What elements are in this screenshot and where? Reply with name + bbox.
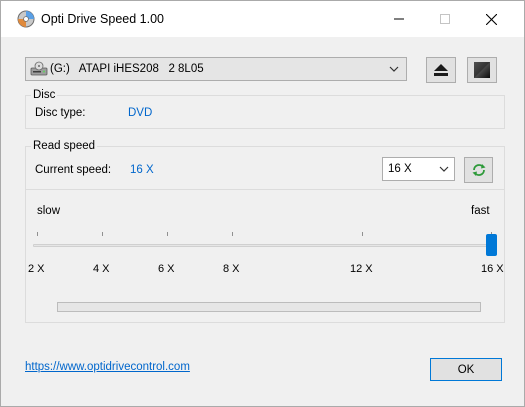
slider-tick-label: 12 X <box>350 263 373 275</box>
disc-type-value: DVD <box>128 107 153 119</box>
minimize-button[interactable] <box>376 1 422 37</box>
slider-slow-label: slow <box>37 205 61 217</box>
title-bar[interactable]: Opti Drive Speed 1.00 <box>1 1 524 37</box>
disc-info-icon <box>474 62 490 78</box>
disc-info-button[interactable] <box>467 57 497 83</box>
slider-tick-label: 4 X <box>93 263 110 275</box>
close-button[interactable] <box>468 1 514 37</box>
slider-fast-label: fast <box>471 205 490 217</box>
ok-button[interactable]: OK <box>430 358 502 381</box>
slider-tick <box>167 232 168 236</box>
disc-type-label: Disc type: <box>35 107 86 119</box>
close-icon <box>485 13 497 25</box>
slider-tick-label: 16 X <box>481 263 504 275</box>
slider-tick <box>37 232 38 236</box>
minimize-icon <box>394 18 404 20</box>
refresh-icon <box>472 164 485 176</box>
read-speed-group-title: Read speed <box>31 140 98 152</box>
disc-app-icon <box>17 10 35 28</box>
slider-tick-label: 8 X <box>223 263 240 275</box>
window-title: Opti Drive Speed 1.00 <box>41 12 164 26</box>
drive-icon <box>30 61 48 77</box>
eject-button[interactable] <box>426 57 456 83</box>
app-window: Opti Drive Speed 1.00 (G:) ATAPI iHES208… <box>0 0 525 407</box>
speed-select-value: 16 X <box>388 163 412 175</box>
current-speed-label: Current speed: <box>35 164 112 176</box>
separator <box>26 189 504 190</box>
disc-group: Disc <box>25 89 505 129</box>
maximize-icon <box>440 14 450 24</box>
drive-select-value: (G:) ATAPI iHES208 2 8L05 <box>50 63 204 75</box>
slider-tick-label: 2 X <box>28 263 45 275</box>
progress-bar <box>57 302 481 312</box>
speed-select[interactable]: 16 X <box>382 157 455 181</box>
chevron-down-icon <box>439 166 449 172</box>
chevron-down-icon <box>389 66 399 72</box>
current-speed-value: 16 X <box>130 164 154 176</box>
slider-tick <box>232 232 233 236</box>
eject-icon <box>434 64 448 76</box>
speed-slider-thumb[interactable] <box>486 234 497 256</box>
slider-tick <box>102 232 103 236</box>
maximize-button[interactable] <box>422 1 468 37</box>
slider-tick-label: 6 X <box>158 263 175 275</box>
ok-button-label: OK <box>457 363 475 376</box>
drive-select[interactable]: (G:) ATAPI iHES208 2 8L05 <box>25 57 407 81</box>
slider-tick <box>362 232 363 236</box>
website-link[interactable]: https://www.optidrivecontrol.com <box>25 361 190 373</box>
speed-slider-track[interactable] <box>33 244 497 247</box>
disc-group-title: Disc <box>31 89 58 101</box>
refresh-button[interactable] <box>464 157 493 183</box>
